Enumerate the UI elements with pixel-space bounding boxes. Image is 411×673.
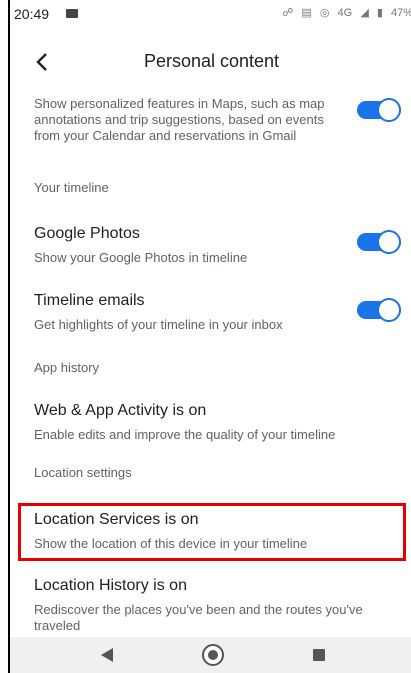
maps-features-setting[interactable]: Show personalized features in Maps, such… <box>34 96 395 144</box>
location-history-description: Rediscover the places you've been and th… <box>34 602 363 633</box>
nav-recent-icon[interactable] <box>313 649 325 661</box>
screen: 20:49 ☍ ▤ ◎ 4G ◢ ▮ 47% Personal content <box>0 0 411 673</box>
google-photos-setting[interactable]: Google Photos Show your Google Photos in… <box>34 224 395 266</box>
maps-features-description: Show personalized features in Maps, such… <box>34 96 325 143</box>
toggle-thumb <box>377 298 401 322</box>
timeline-emails-toggle[interactable] <box>357 298 401 322</box>
section-location-settings: Location settings <box>34 465 132 480</box>
system-nav-bar <box>10 637 411 673</box>
section-your-timeline: Your timeline <box>34 180 109 195</box>
highlight-box <box>18 503 406 561</box>
status-time: 20:49 <box>14 6 50 22</box>
link-icon: ☍ <box>282 7 294 19</box>
location-history-setting[interactable]: Location History is on Rediscover the pl… <box>34 576 395 634</box>
nav-home-icon[interactable] <box>202 644 224 666</box>
signal-icon: ◢ <box>360 7 369 19</box>
phone-screen: 20:49 ☍ ▤ ◎ 4G ◢ ▮ 47% Personal content <box>8 0 411 673</box>
timeline-emails-title: Timeline emails <box>34 292 145 309</box>
web-app-activity-description: Enable edits and improve the quality of … <box>34 427 336 442</box>
app-bar: Personal content <box>10 38 411 82</box>
location-icon: ◎ <box>319 7 330 19</box>
section-app-history: App history <box>34 360 100 375</box>
google-photos-toggle[interactable] <box>357 230 401 254</box>
vibrate-icon: ▤ <box>301 7 312 19</box>
web-app-activity-title: Web & App Activity is on <box>34 402 207 419</box>
battery-percent: 47% <box>390 7 411 19</box>
timeline-emails-description: Get highlights of your timeline in your … <box>34 317 283 332</box>
google-photos-title: Google Photos <box>34 225 140 242</box>
toggle-thumb <box>377 98 401 122</box>
network-label: 4G <box>337 7 353 19</box>
timeline-emails-setting[interactable]: Timeline emails Get highlights of your t… <box>34 291 395 333</box>
nav-back-icon[interactable] <box>100 648 114 662</box>
battery-icon: ▮ <box>376 7 383 19</box>
page-title: Personal content <box>143 51 280 71</box>
google-photos-description: Show your Google Photos in timeline <box>34 250 248 265</box>
maps-features-toggle[interactable] <box>357 98 401 122</box>
status-bar: 20:49 ☍ ▤ ◎ 4G ◢ ▮ 47% <box>10 0 411 26</box>
toggle-thumb <box>377 230 401 254</box>
gallery-icon <box>66 9 78 18</box>
status-icons: ☍ ▤ ◎ 4G ◢ ▮ 47% <box>277 6 411 19</box>
web-app-activity-setting[interactable]: Web & App Activity is on Enable edits an… <box>34 401 395 443</box>
location-history-title: Location History is on <box>34 577 187 594</box>
